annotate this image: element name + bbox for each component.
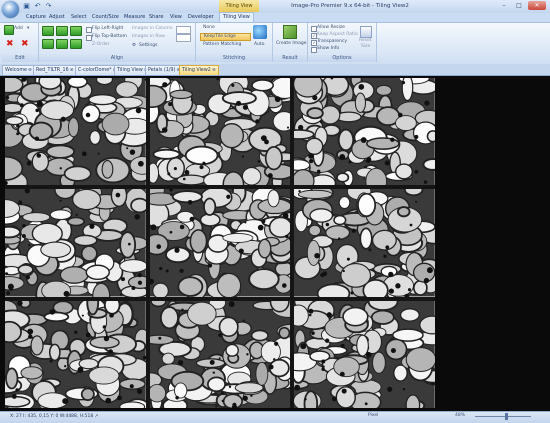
stitch-none-label: None bbox=[203, 25, 215, 30]
align-left-icon[interactable] bbox=[42, 26, 54, 36]
cell-texture bbox=[149, 300, 291, 408]
redo-icon[interactable]: ↷ bbox=[44, 2, 53, 11]
stitch-pattern-matching-label: Pattern Matching bbox=[203, 42, 242, 47]
cell-texture bbox=[149, 78, 291, 186]
align-right-icon[interactable] bbox=[70, 26, 82, 36]
tab-developer[interactable]: Developer bbox=[188, 13, 214, 22]
image-tile[interactable] bbox=[149, 189, 291, 297]
transparency-label: Transparency bbox=[317, 39, 348, 44]
doc-tab-petals[interactable]: Petals (1/9)⊗ bbox=[145, 65, 184, 75]
images-in-row-label: Images in Row bbox=[132, 34, 165, 39]
doc-tab-label: Tiling View2 bbox=[182, 68, 211, 73]
doc-tab-red-tiltr[interactable]: Red_TILTR_16⊗ bbox=[33, 65, 77, 75]
tab-select[interactable]: Select bbox=[71, 13, 86, 22]
save-icon[interactable]: ▣ bbox=[22, 2, 31, 11]
auto-stitch-button[interactable]: Auto bbox=[254, 42, 264, 48]
settings-button[interactable]: Settings bbox=[139, 43, 157, 49]
align-group-label: Align bbox=[39, 55, 195, 62]
auto-stitch-icon[interactable] bbox=[253, 25, 267, 39]
add-dropdown-caret[interactable]: ▾ bbox=[27, 26, 29, 32]
create-image-button[interactable]: Create Image bbox=[276, 41, 306, 47]
doc-tab-label: Tiling View bbox=[117, 68, 143, 73]
doc-tab-colordome[interactable]: C-colorDome*⊗ bbox=[75, 65, 120, 75]
image-tile[interactable] bbox=[294, 300, 435, 408]
reset-size-icon[interactable] bbox=[360, 26, 372, 38]
flip-top-bottom-label: Flip Top-Bottom bbox=[92, 34, 127, 39]
cell-texture bbox=[5, 189, 146, 297]
align-bottom-icon[interactable] bbox=[70, 39, 82, 49]
tab-view[interactable]: View bbox=[170, 13, 182, 22]
show-info-label: Show Info bbox=[317, 46, 340, 51]
image-tile[interactable] bbox=[294, 189, 435, 297]
doc-tab-tiling-view2[interactable]: Tiling View2⊗ bbox=[179, 65, 219, 75]
align-center-icon[interactable] bbox=[56, 26, 68, 36]
tab-measure[interactable]: Measure bbox=[124, 13, 145, 22]
doc-tab-label: Welcome bbox=[5, 68, 27, 73]
stitch-keep-tile-label: KeepTile Edge bbox=[204, 34, 236, 39]
tab-share[interactable]: Share bbox=[149, 13, 163, 22]
cell-texture bbox=[294, 300, 435, 408]
undo-icon[interactable]: ↶ bbox=[33, 2, 42, 11]
images-in-row-spinner[interactable] bbox=[176, 34, 191, 42]
application-menu-button[interactable] bbox=[2, 1, 19, 18]
add-image-icon[interactable] bbox=[4, 25, 14, 35]
image-tile[interactable] bbox=[149, 300, 291, 408]
cell-texture bbox=[149, 189, 291, 297]
image-tile[interactable] bbox=[5, 300, 146, 408]
images-in-column-spinner[interactable] bbox=[176, 26, 191, 34]
close-button[interactable]: ✕ bbox=[528, 1, 546, 10]
tab-adjust[interactable]: Adjust bbox=[49, 13, 65, 22]
settings-icon[interactable]: ⚙ bbox=[132, 43, 136, 49]
stitch-pattern-matching-option[interactable]: Pattern Matching bbox=[200, 42, 249, 48]
status-mode: Pixel bbox=[368, 413, 379, 418]
title-bar bbox=[0, 0, 550, 13]
maximize-button[interactable]: □ bbox=[512, 1, 526, 10]
zoom-slider[interactable] bbox=[475, 416, 531, 417]
image-tile[interactable] bbox=[5, 189, 146, 297]
keep-aspect-label: Keep Aspect Ratio bbox=[317, 32, 358, 37]
zoom-level: 48% bbox=[455, 413, 466, 418]
images-in-column-label: Images in Column bbox=[132, 26, 173, 31]
z-order-button[interactable]: Z-Order bbox=[92, 42, 110, 48]
doc-tab-welcome[interactable]: Welcome⊗ bbox=[2, 65, 35, 75]
doc-tab-label: Red_TILTR_16 bbox=[36, 68, 69, 73]
cell-texture bbox=[294, 189, 435, 297]
stitch-keep-tile-option[interactable]: KeepTile Edge bbox=[200, 33, 251, 41]
cell-texture bbox=[5, 78, 146, 186]
doc-tab-label: C-colorDome* bbox=[78, 68, 112, 73]
align-top-icon[interactable] bbox=[42, 39, 54, 49]
allow-resize-label: Allow Resize bbox=[317, 25, 345, 30]
stitch-none-option[interactable]: None bbox=[200, 25, 249, 31]
image-tile[interactable] bbox=[5, 78, 146, 186]
flip-left-right-label: Flip Left-Right bbox=[92, 26, 124, 31]
create-image-icon[interactable] bbox=[283, 25, 297, 39]
size-label[interactable]: Size bbox=[361, 44, 370, 50]
minimize-button[interactable]: – bbox=[497, 1, 511, 10]
stitching-group-label: Stitching bbox=[196, 55, 272, 62]
remove-icon[interactable]: ✖ bbox=[6, 40, 14, 49]
image-tile[interactable] bbox=[149, 78, 291, 186]
status-coordinates: X: 27 I: 435, 0,15 Y: 0 W:4488, H:518 ↗ bbox=[10, 414, 99, 419]
edit-group-label: Edit bbox=[2, 55, 38, 62]
remove-all-icon[interactable]: ✖ bbox=[21, 40, 29, 49]
close-tab-icon[interactable]: ⊗ bbox=[70, 68, 74, 73]
close-tab-icon[interactable]: ⊗ bbox=[28, 68, 32, 73]
tab-count-size[interactable]: Count/Size bbox=[92, 13, 119, 22]
cell-texture bbox=[294, 78, 435, 186]
align-middle-icon[interactable] bbox=[56, 39, 68, 49]
close-tab-icon[interactable]: ⊗ bbox=[212, 68, 216, 73]
zoom-slider-thumb[interactable] bbox=[505, 413, 508, 420]
tiled-image-grid[interactable] bbox=[5, 78, 435, 408]
cell-texture bbox=[5, 300, 146, 408]
doc-tab-label: Petals (1/9) bbox=[148, 68, 176, 73]
context-tab-header: Tiling View bbox=[219, 0, 259, 12]
options-group-label: Options bbox=[308, 55, 376, 62]
window-title: Image-Pro Premier 9.x 64-bit - Tiling Vi… bbox=[291, 3, 409, 9]
tab-capture[interactable]: Capture bbox=[26, 13, 46, 22]
image-tile[interactable] bbox=[294, 78, 435, 186]
result-group-label: Result bbox=[273, 55, 307, 62]
add-button[interactable]: Add bbox=[14, 26, 23, 32]
